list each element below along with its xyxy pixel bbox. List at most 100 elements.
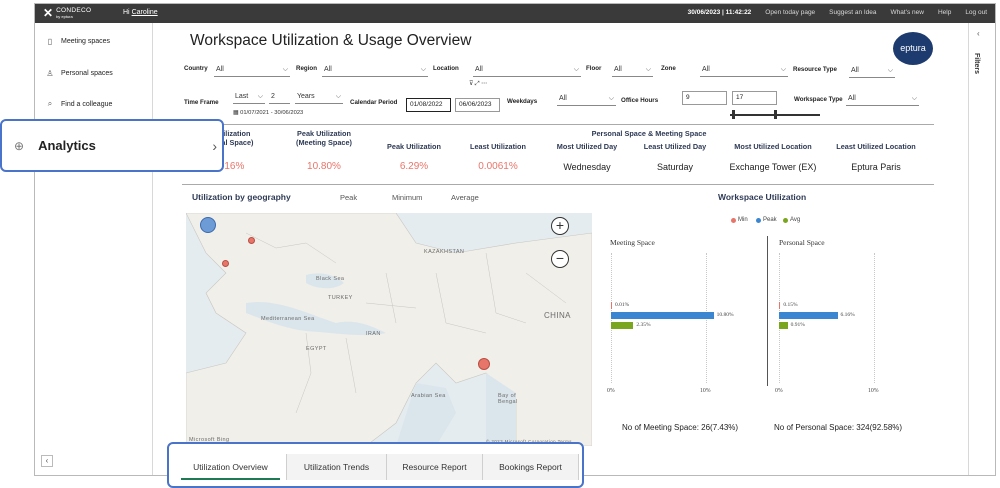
map-zoom-in-button[interactable]: + — [551, 217, 569, 235]
map-label-egypt: EGYPT — [306, 346, 327, 352]
sidebar-item-meeting-spaces[interactable]: ▯ Meeting spaces — [35, 31, 153, 51]
country-label: Country — [184, 65, 208, 72]
workspace-type-select[interactable]: All ⌵ — [846, 93, 919, 106]
sidebar-item-analytics[interactable]: ⊕ Analytics › — [0, 119, 224, 172]
chevron-down-icon: ⌵ — [335, 93, 341, 100]
office-hours-end-input[interactable]: 17 — [732, 91, 777, 105]
sidebar-item-label: Find a colleague — [61, 100, 113, 108]
map-bubble[interactable] — [248, 237, 255, 244]
region-select[interactable]: All ⌵ — [322, 64, 428, 77]
weekdays-value: All — [559, 95, 567, 102]
top-bar: ✕ CONDECO by eptura Hi Caroline 30/06/202… — [35, 4, 995, 23]
floor-label: Floor — [586, 65, 602, 72]
sidebar-collapse-button[interactable]: ‹ — [41, 455, 53, 467]
calendar-end-input[interactable]: 06/06/2023 — [455, 98, 500, 112]
legend-min: Min — [731, 217, 748, 223]
location-select[interactable]: All ⌵ — [473, 64, 581, 77]
filters-panel[interactable]: ‹ Filters — [968, 23, 995, 475]
geo-map[interactable]: KAZAKHSTAN Black Sea Mediterranean Sea A… — [186, 213, 592, 446]
kpi-3-head: Least Utilization — [470, 142, 526, 151]
bar-peak[interactable] — [779, 312, 838, 319]
chevron-right-icon: › — [212, 138, 217, 154]
bar-avg[interactable] — [611, 322, 634, 329]
map-bubble[interactable] — [478, 358, 490, 370]
logout-link[interactable]: Log out — [965, 9, 987, 16]
meeting-space-count: No of Meeting Space: 26(7.43%) — [622, 423, 739, 432]
region-value: All — [324, 66, 332, 73]
workspace-util-title: Workspace Utilization — [718, 192, 807, 202]
calendar-start-input[interactable]: 01/08/2022 — [406, 98, 451, 112]
slider-end-handle[interactable] — [774, 110, 777, 119]
map-bubble-peak[interactable] — [200, 217, 216, 233]
slider-start-handle[interactable] — [732, 110, 735, 119]
legend-dot-peak — [756, 217, 761, 223]
chevron-down-icon: ⌵ — [257, 93, 263, 100]
resource-type-select[interactable]: All ⌵ — [849, 65, 895, 78]
bar-peak[interactable] — [611, 312, 714, 319]
zone-select[interactable]: All ⌵ — [700, 64, 788, 77]
bar-value-label: 6.16% — [840, 312, 855, 318]
map-zoom-out-button[interactable]: − — [551, 250, 569, 268]
tab-label: Utilization Overview — [193, 462, 268, 472]
location-value: All — [475, 66, 483, 73]
condeco-logo[interactable]: ✕ CONDECO by eptura — [43, 7, 91, 19]
time-frame-label: Time Frame — [184, 99, 219, 106]
kpi-7-value: Eptura Paris — [851, 162, 901, 172]
bar-value-label: 0.01% — [615, 302, 630, 308]
floor-select[interactable]: All ⌵ — [612, 64, 653, 77]
map-bubble[interactable] — [222, 260, 229, 267]
chevron-down-icon: ⌵ — [573, 66, 579, 73]
sidebar-item-find-colleague[interactable]: ⌕ Find a colleague — [35, 94, 153, 114]
chevron-down-icon: ⌵ — [911, 95, 917, 102]
whats-new-link[interactable]: What's new — [891, 9, 924, 16]
country-select[interactable]: All ⌵ — [214, 64, 290, 77]
condeco-x-icon: ✕ — [43, 6, 54, 20]
filters-collapse-arrow-icon[interactable]: ‹ — [977, 29, 980, 38]
tab-utilization-trends[interactable]: Utilization Trends — [287, 454, 387, 480]
time-frame-count-value: 2 — [271, 93, 275, 100]
eptura-logo: eptura — [893, 32, 933, 65]
report-title: Workspace Utilization & Usage Overview — [190, 32, 472, 49]
bar-min[interactable] — [779, 302, 781, 309]
bar-min[interactable] — [611, 302, 612, 309]
sidebar-item-label: Personal spaces — [61, 69, 113, 77]
workspace-type-value: All — [848, 95, 856, 102]
bar-avg[interactable] — [779, 322, 788, 329]
brand-name: CONDECO — [56, 7, 92, 14]
meeting-space-chart-title: Meeting Space — [610, 238, 655, 247]
geo-tab-average[interactable]: Average — [451, 193, 479, 202]
map-label-black-sea: Black Sea — [316, 276, 345, 282]
visual-header-icons[interactable]: ⊽ ⤢ ⋯ — [469, 81, 487, 88]
active-tab-indicator — [181, 478, 280, 480]
help-link[interactable]: Help — [938, 9, 951, 16]
chart-separator — [767, 236, 768, 386]
bar-value-label: 0.15% — [783, 302, 798, 308]
geo-title: Utilization by geography — [192, 192, 291, 202]
office-hours-start-input[interactable]: 9 — [682, 91, 727, 105]
time-frame-mode-select[interactable]: Last ⌵ — [233, 91, 265, 104]
map-label-kazakhstan: KAZAKHSTAN — [424, 249, 465, 255]
greeting-prefix: Hi — [123, 9, 130, 16]
time-frame-unit-select[interactable]: Years ⌵ — [295, 91, 343, 104]
kpi-group-title: Personal Space & Meeting Space — [591, 129, 707, 138]
report-canvas: Workspace Utilization & Usage Overview e… — [154, 23, 967, 475]
open-today-link[interactable]: Open today page — [765, 9, 815, 16]
calendar-period-label: Calendar Period — [350, 99, 398, 106]
kpi-6-head: Most Utilized Location — [734, 142, 812, 151]
office-hours-label: Office Hours — [621, 97, 659, 104]
tab-bookings-report[interactable]: Bookings Report — [483, 454, 579, 480]
sidebar-item-personal-spaces[interactable]: ♙ Personal spaces — [35, 63, 153, 83]
suggest-idea-link[interactable]: Suggest an Idea — [829, 9, 876, 16]
legend-avg-label: Avg — [790, 217, 801, 223]
zone-value: All — [702, 66, 710, 73]
user-link[interactable]: Caroline — [132, 9, 158, 16]
tab-resource-report[interactable]: Resource Report — [387, 454, 483, 480]
map-label-arabian-sea: Arabian Sea — [411, 393, 446, 399]
time-frame-count-input[interactable]: 2 — [269, 91, 290, 104]
legend-dot-min — [731, 217, 736, 223]
time-frame-mode-value: Last — [235, 93, 249, 100]
geo-tab-minimum[interactable]: Minimum — [392, 193, 422, 202]
weekdays-select[interactable]: All ⌵ — [557, 93, 616, 106]
geo-tab-peak[interactable]: Peak — [340, 193, 357, 202]
tab-utilization-overview[interactable]: Utilization Overview — [175, 454, 287, 480]
